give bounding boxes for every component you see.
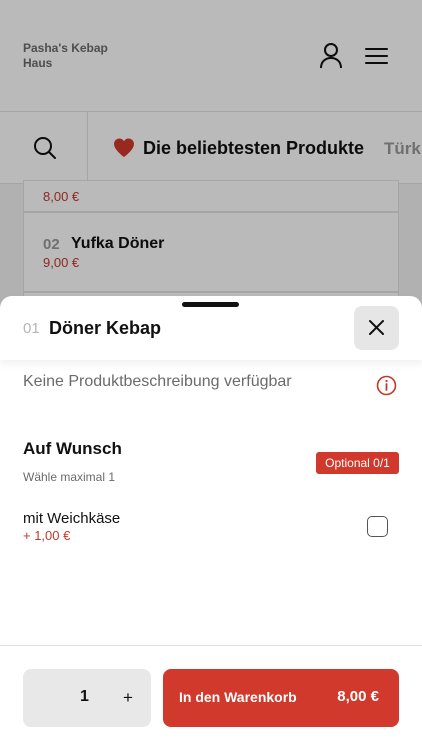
add-to-cart-label: In den Warenkorb xyxy=(179,689,297,705)
quantity-increment-button[interactable]: + xyxy=(115,686,141,710)
option-status-badge: Optional 0/1 xyxy=(316,452,399,474)
option-group-subtitle: Wähle maximal 1 xyxy=(23,470,116,484)
product-title: Döner Kebap xyxy=(49,318,162,338)
quantity-value: 1 xyxy=(80,688,89,705)
sheet-header: 01 Döner Kebap xyxy=(0,296,422,360)
sheet-footer: 1 + In den Warenkorb 8,00 € xyxy=(0,645,422,750)
option-group-title: Auf Wunsch xyxy=(23,439,122,458)
close-button[interactable] xyxy=(354,306,399,350)
close-icon xyxy=(369,320,384,335)
product-detail-sheet: 01 Döner Kebap Keine Produktbeschreibung… xyxy=(0,296,422,750)
info-icon[interactable] xyxy=(376,375,397,396)
quantity-stepper: 1 + xyxy=(23,669,151,727)
option-item-price: + 1,00 € xyxy=(23,528,71,543)
product-number: 01 xyxy=(23,320,40,337)
option-checkbox[interactable] xyxy=(367,516,388,537)
product-description: Keine Produktbeschreibung verfügbar xyxy=(23,373,292,390)
add-to-cart-price: 8,00 € xyxy=(337,688,379,705)
sheet-grabber[interactable] xyxy=(182,302,239,307)
option-item-label[interactable]: mit Weichkäse xyxy=(23,510,120,527)
add-to-cart-button[interactable]: In den Warenkorb 8,00 € xyxy=(163,669,399,727)
